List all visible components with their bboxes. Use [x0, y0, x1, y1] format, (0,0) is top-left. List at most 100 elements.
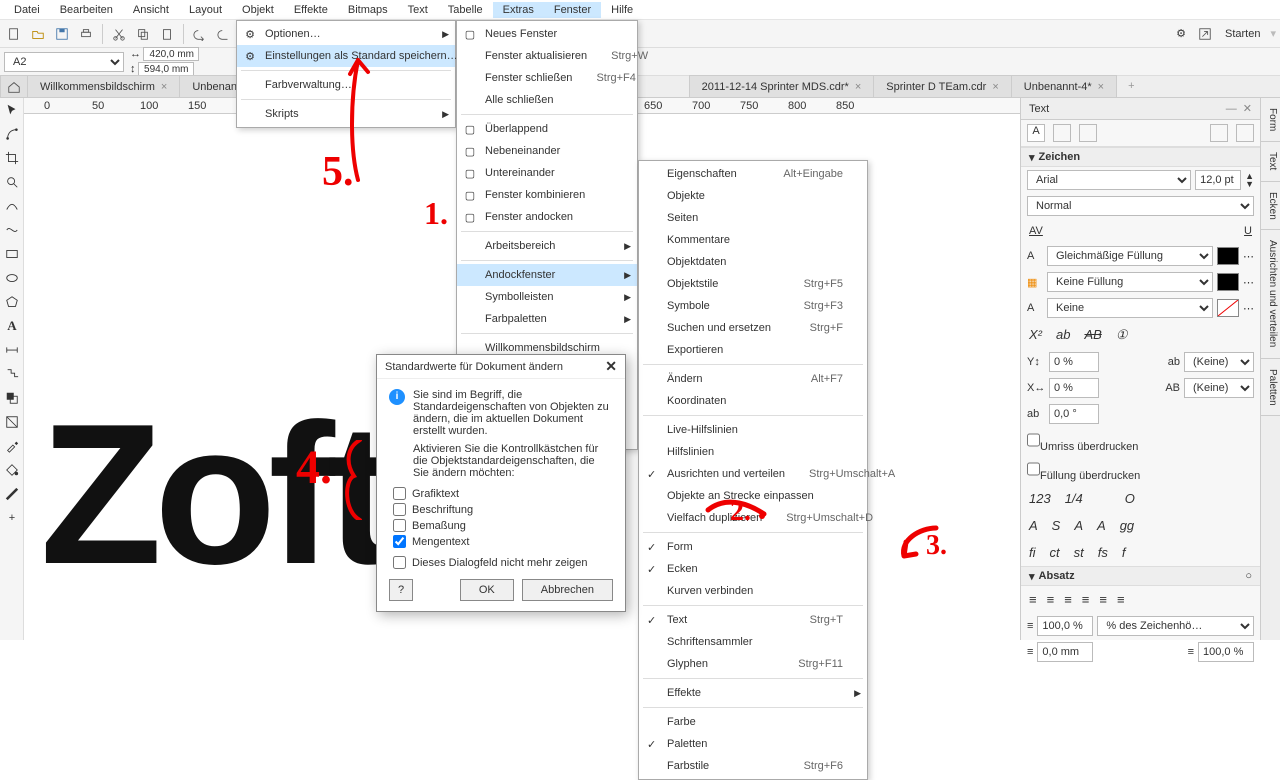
menu-item[interactable]: Fenster schließenStrg+F4 — [457, 67, 637, 89]
menu-item[interactable]: ÄndernAlt+F7 — [639, 368, 867, 390]
font-style-select[interactable]: Normal — [1027, 196, 1254, 216]
open-icon[interactable] — [28, 24, 48, 44]
tab-close-icon[interactable]: × — [1098, 81, 1104, 93]
plus-icon[interactable]: + — [0, 506, 24, 530]
section-settings-icon[interactable]: ○ — [1245, 570, 1252, 582]
page-size-select[interactable]: A2 — [4, 52, 124, 72]
menu-tabelle[interactable]: Tabelle — [438, 2, 493, 18]
tab-add[interactable]: + — [1116, 75, 1140, 97]
main-menubar[interactable]: DateiBearbeitenAnsichtLayoutObjektEffekt… — [0, 0, 1280, 20]
menu-item[interactable]: Farbpaletten▶ — [457, 308, 637, 330]
page-width-input[interactable] — [143, 47, 199, 61]
overprint-fill-checkbox[interactable] — [1027, 459, 1040, 479]
undo-icon[interactable] — [190, 24, 210, 44]
menu-item[interactable]: Suchen und ersetzenStrg+F — [639, 317, 867, 339]
menu-item[interactable]: Andockfenster▶ — [457, 264, 637, 286]
bg-type-select[interactable]: Keine — [1047, 298, 1213, 318]
fill-type-select[interactable]: Gleichmäßige Füllung — [1047, 246, 1213, 266]
combo1-select[interactable]: (Keine) — [1184, 352, 1254, 372]
opt-checkbox[interactable] — [393, 535, 406, 548]
linespace-unit-select[interactable]: % des Zeichenhö… — [1097, 616, 1254, 636]
docker-minimize-icon[interactable]: — — [1226, 103, 1237, 115]
before-space-input[interactable] — [1037, 642, 1093, 662]
menu-item[interactable]: Objektdaten — [639, 251, 867, 273]
menu-item[interactable]: Effekte▶ — [639, 682, 867, 704]
char-tab-icon[interactable]: A — [1027, 124, 1045, 142]
menu-hilfe[interactable]: Hilfe — [601, 2, 643, 18]
menu-item[interactable]: SymboleStrg+F3 — [639, 295, 867, 317]
opt-checkbox[interactable] — [393, 487, 406, 500]
toolbox[interactable]: A + — [0, 98, 24, 640]
docker-mode-tabs[interactable]: A — [1021, 120, 1260, 147]
font-size-input[interactable] — [1195, 170, 1241, 190]
menu-text[interactable]: Text — [398, 2, 438, 18]
font-select[interactable]: Arial — [1027, 170, 1191, 190]
menu-item[interactable]: Ausrichten und verteilenStrg+Umschalt+A — [639, 463, 867, 485]
text-tool-icon[interactable]: A — [0, 314, 24, 338]
menu-item[interactable]: Farbe — [639, 711, 867, 733]
tab-document[interactable]: 2011-12-14 Sprinter MDS.cdr*× — [689, 75, 875, 97]
tab-close-icon[interactable]: × — [855, 81, 861, 93]
menu-item[interactable]: Kurven verbinden — [639, 580, 867, 602]
shape-tool-icon[interactable] — [0, 122, 24, 146]
menu-item[interactable]: ObjektstileStrg+F5 — [639, 273, 867, 295]
tab-document[interactable]: Unbenannt-4*× — [1011, 75, 1117, 97]
menu-item[interactable]: Kommentare — [639, 229, 867, 251]
docker-tab[interactable]: Paletten — [1261, 359, 1280, 417]
spinner-icon[interactable]: ▲▼ — [1245, 172, 1254, 188]
tab-home[interactable] — [0, 75, 28, 97]
superscript-icon[interactable]: X² — [1029, 327, 1042, 343]
outline-type-select[interactable]: Keine Füllung — [1047, 272, 1213, 292]
menu-item[interactable]: Alle schließen — [457, 89, 637, 111]
align-left-icon[interactable]: ≡ — [1029, 592, 1037, 607]
zoom-tool-icon[interactable] — [0, 170, 24, 194]
tab-close-icon[interactable]: × — [161, 81, 167, 93]
angle-input[interactable] — [1049, 404, 1099, 424]
ok-button[interactable]: OK — [460, 579, 514, 601]
andockfenster-submenu[interactable]: EigenschaftenAlt+EingabeObjekteSeitenKom… — [638, 160, 868, 780]
y-offset-input[interactable] — [1049, 352, 1099, 372]
menu-item[interactable]: ⚙Einstellungen als Standard speichern… — [237, 45, 455, 67]
fill-tool-icon[interactable] — [0, 458, 24, 482]
crop-tool-icon[interactable] — [0, 146, 24, 170]
pick-tool-icon[interactable] — [0, 98, 24, 122]
shadow-tool-icon[interactable] — [0, 386, 24, 410]
align-row[interactable]: ≡≡≡≡≡≡ — [1021, 586, 1260, 613]
circled-icon[interactable]: ① — [1116, 327, 1128, 343]
x-offset-input[interactable] — [1049, 378, 1099, 398]
menu-objekt[interactable]: Objekt — [232, 2, 284, 18]
connector-tool-icon[interactable] — [0, 362, 24, 386]
transparency-tool-icon[interactable] — [0, 410, 24, 434]
opts-icon[interactable] — [1210, 124, 1228, 142]
save-icon[interactable] — [52, 24, 72, 44]
menu-bearbeiten[interactable]: Bearbeiten — [50, 2, 123, 18]
start-button[interactable]: Starten — [1219, 28, 1266, 40]
menu-item[interactable]: ⚙Optionen…▶ — [237, 23, 455, 45]
after-space-input[interactable] — [1198, 642, 1254, 662]
cancel-button[interactable]: Abbrechen — [522, 579, 613, 601]
kerning-icon[interactable]: AV — [1029, 225, 1043, 237]
menu-item[interactable]: Fenster aktualisierenStrg+W — [457, 45, 637, 67]
combo2-select[interactable]: (Keine) — [1184, 378, 1254, 398]
docker-tab[interactable]: Form — [1261, 98, 1280, 142]
ellipse-tool-icon[interactable] — [0, 266, 24, 290]
menu-item[interactable]: FarbstileStrg+F6 — [639, 755, 867, 777]
bg-more-icon[interactable]: ⋯ — [1243, 302, 1254, 315]
menu-item[interactable]: ▢Neues Fenster — [457, 23, 637, 45]
document-tabs[interactable]: Willkommensbildschirm×Unbenannt-1*×2011-… — [0, 76, 1280, 98]
menu-item[interactable]: TextStrg+T — [639, 609, 867, 631]
align-center-icon[interactable]: ≡ — [1047, 592, 1055, 607]
strikethrough-icon[interactable]: AB — [1084, 327, 1101, 343]
outline-more-icon[interactable]: ⋯ — [1243, 276, 1254, 289]
copy-icon[interactable] — [133, 24, 153, 44]
align-full-icon[interactable]: ≡ — [1099, 592, 1107, 607]
launch-icon[interactable] — [1195, 24, 1215, 44]
menu-item[interactable]: GlyphenStrg+F11 — [639, 653, 867, 675]
menu-item[interactable]: ▢Überlappend — [457, 118, 637, 140]
menu-fenster[interactable]: Fenster — [544, 2, 601, 18]
docker-close-icon[interactable]: ✕ — [1243, 102, 1252, 115]
redo-icon[interactable] — [214, 24, 234, 44]
docker-tab[interactable]: Ausrichten und verteilen — [1261, 230, 1280, 358]
freehand-tool-icon[interactable] — [0, 194, 24, 218]
menu-item[interactable]: Koordinaten — [639, 390, 867, 412]
